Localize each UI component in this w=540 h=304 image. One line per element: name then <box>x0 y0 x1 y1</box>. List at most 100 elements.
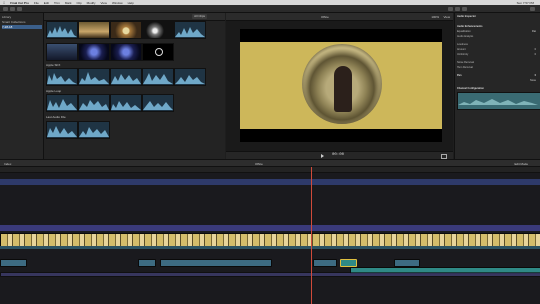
amount-value[interactable]: 0 <box>535 48 536 51</box>
menu-file[interactable]: File <box>34 1 39 5</box>
primary-storyline-clip[interactable] <box>0 233 540 247</box>
playhead[interactable] <box>311 167 312 304</box>
video-clip-thumbnail[interactable] <box>142 21 174 39</box>
audio-band[interactable] <box>0 246 540 249</box>
audio-clip[interactable] <box>0 259 27 267</box>
edit-mode-dropdown[interactable]: Edit Mode <box>514 162 528 166</box>
pan-value[interactable]: 0 <box>535 74 536 77</box>
inspector-audio-analysis[interactable]: Audio Analysis <box>457 35 539 39</box>
inspector: Audio Inspector Audio Enhancements Equal… <box>454 13 540 159</box>
connected-clip-band[interactable] <box>0 225 540 231</box>
apple-menu-icon[interactable]:  <box>3 1 5 5</box>
waveform-icon <box>47 26 77 37</box>
pan-mode-value[interactable]: None <box>530 79 536 82</box>
timeline-toolbar: Index Office Edit Mode <box>0 159 540 167</box>
inspector-pan[interactable]: Pan 0 <box>457 74 539 78</box>
menu-window[interactable]: Window <box>112 1 123 5</box>
channel-config-box[interactable] <box>457 92 540 110</box>
audio-clip-thumbnail[interactable] <box>46 68 78 86</box>
section-title-apple-sfx[interactable]: Apple SFX <box>46 63 60 67</box>
timecode-display[interactable]: 00:00 <box>332 153 344 157</box>
storyline-band[interactable] <box>0 179 540 185</box>
inspector-title: Audio Inspector <box>457 15 477 18</box>
waveform-icon <box>111 74 141 84</box>
waveform-icon <box>47 99 77 110</box>
menu-clip[interactable]: Clip <box>77 1 82 5</box>
video-clip-thumbnail[interactable] <box>78 21 110 39</box>
audio-clip[interactable] <box>394 259 420 267</box>
menu-mark[interactable]: Mark <box>65 1 72 5</box>
waveform-icon <box>79 127 109 137</box>
audio-clip[interactable] <box>138 259 156 267</box>
project-name: Office <box>255 162 263 166</box>
audio-clip-thumbnail[interactable] <box>142 68 174 86</box>
audio-clip-thumbnail[interactable] <box>46 94 78 112</box>
section-title-apple-loop[interactable]: Apple Loop <box>46 89 61 93</box>
audio-clip[interactable] <box>160 259 272 267</box>
audio-clip-thumbnail[interactable] <box>78 68 110 86</box>
inspector-uniformity[interactable]: Uniformity 0 <box>457 53 539 57</box>
audio-clip-thumbnail[interactable] <box>174 21 206 39</box>
waveform-icon <box>458 99 538 105</box>
waveform-icon <box>47 126 77 137</box>
import-icon[interactable] <box>3 7 8 11</box>
inspector-noise-removal[interactable]: Noise Removal <box>457 61 539 65</box>
video-clip-thumbnail[interactable] <box>46 43 78 61</box>
equalization-value[interactable]: Flat <box>532 30 536 33</box>
heart-icon <box>155 48 163 56</box>
inspector-audio-enhancements[interactable]: Audio Enhancements <box>457 25 539 29</box>
background-tasks-icon[interactable] <box>17 7 22 11</box>
section-title-last-audio[interactable]: Last Audio File <box>46 115 66 119</box>
play-icon[interactable] <box>321 153 324 158</box>
video-clip-thumbnail[interactable] <box>110 21 142 39</box>
inspector-hum-removal[interactable]: Hum Removal <box>457 66 539 70</box>
inspector-mode[interactable]: None <box>457 79 539 83</box>
sidebar-item-smart-collections[interactable]: Smart Collections <box>2 20 42 24</box>
menubar-clock: Sun 7:57 PM <box>516 0 534 5</box>
audio-clip-selected[interactable] <box>340 259 357 267</box>
inspector-equalization[interactable]: Equalization Flat <box>457 30 539 34</box>
menu-view[interactable]: View <box>101 1 107 5</box>
browser-toggle-icon[interactable] <box>448 7 453 11</box>
video-image <box>240 42 442 129</box>
background-audio-clip[interactable] <box>0 272 540 277</box>
audio-clip-thumbnail[interactable] <box>78 121 110 139</box>
audio-clip-thumbnail[interactable] <box>110 68 142 86</box>
person-figure <box>334 66 352 112</box>
waveform-icon <box>143 101 173 110</box>
amount-label: Amount <box>457 48 466 51</box>
menu-edit[interactable]: Edit <box>44 1 49 5</box>
audio-clip-thumbnail[interactable] <box>46 21 78 39</box>
inspector-channel-configuration[interactable]: Channel Configuration <box>457 87 539 91</box>
video-clip-thumbnail[interactable] <box>110 43 142 61</box>
inspector-loudness[interactable]: Loudness <box>457 43 539 47</box>
audio-clip-thumbnail[interactable] <box>110 94 142 112</box>
view-dropdown[interactable]: View <box>444 15 450 19</box>
menu-trim[interactable]: Trim <box>54 1 60 5</box>
inspector-toggle-icon[interactable] <box>462 7 467 11</box>
audio-clip-thumbnail[interactable] <box>46 121 78 139</box>
uniformity-value[interactable]: 0 <box>535 53 536 56</box>
audio-clip-thumbnail[interactable] <box>174 68 206 86</box>
index-button[interactable]: Index <box>4 162 11 166</box>
sidebar-item-event[interactable]: 7-28-18 <box>2 25 42 29</box>
audio-clip[interactable] <box>313 259 337 267</box>
inspector-amount[interactable]: Amount 0 <box>457 48 539 52</box>
keyword-icon[interactable] <box>10 7 15 11</box>
video-frame[interactable] <box>240 29 442 142</box>
waveform-icon <box>47 73 77 84</box>
clip-filter-dropdown[interactable]: All Clips <box>192 14 207 19</box>
video-clip-thumbnail[interactable] <box>142 43 174 61</box>
video-clip-thumbnail[interactable] <box>78 43 110 61</box>
timeline-toggle-icon[interactable] <box>455 7 460 11</box>
menu-help[interactable]: Help <box>128 1 134 5</box>
sidebar-item-library[interactable]: Library <box>2 15 42 19</box>
viewer-header: Office 100% View <box>226 13 453 21</box>
zoom-dropdown[interactable]: 100% <box>431 15 439 19</box>
menu-modify[interactable]: Modify <box>87 1 96 5</box>
audio-clip-thumbnail[interactable] <box>78 94 110 112</box>
equalization-label: Equalization <box>457 30 471 33</box>
menu-app[interactable]: Final Cut Pro <box>10 1 29 5</box>
audio-clip-thumbnail[interactable] <box>142 94 174 112</box>
share-icon[interactable] <box>530 7 535 11</box>
